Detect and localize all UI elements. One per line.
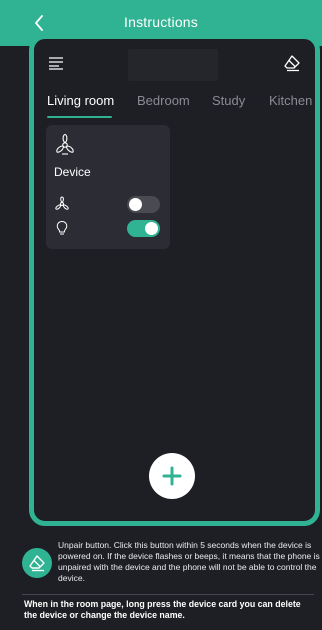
frame-toolbar — [34, 39, 315, 87]
tab-study[interactable]: Study — [212, 93, 245, 108]
tab-kitchen[interactable]: Kitchen — [269, 93, 312, 108]
bulb-icon — [56, 220, 68, 235]
tab-living-room[interactable]: Living room — [47, 93, 114, 108]
divider — [22, 594, 314, 595]
toggle-knob — [145, 222, 158, 235]
unpair-description: Unpair button. Click this button within … — [58, 540, 320, 583]
fan-icon — [55, 196, 69, 210]
plus-icon — [162, 466, 182, 486]
unpair-icon-badge — [22, 548, 52, 578]
eraser-icon — [29, 555, 45, 572]
menu-icon — [49, 57, 63, 70]
fan-icon — [56, 133, 74, 155]
long-press-tip: When in the room page, long press the de… — [24, 599, 301, 620]
room-tabs: Living room Bedroom Study Kitchen — [34, 87, 315, 121]
device-card[interactable]: Device — [46, 125, 170, 249]
fan-toggle[interactable] — [127, 196, 160, 213]
page-title: Instructions — [124, 14, 198, 30]
unpair-info: Unpair button. Click this button within … — [22, 540, 322, 584]
tab-bedroom[interactable]: Bedroom — [137, 93, 190, 108]
add-device-button[interactable] — [149, 453, 195, 499]
menu-button[interactable] — [48, 56, 64, 70]
toggle-knob — [129, 198, 142, 211]
phone-frame: Living room Bedroom Study Kitchen Device — [29, 34, 320, 526]
active-tab-indicator — [47, 116, 112, 118]
device-name: Device — [54, 165, 91, 179]
light-toggle[interactable] — [127, 220, 160, 237]
instructions-screen: Instructions Living room Bedroom Study K… — [0, 0, 322, 630]
frame-notch — [128, 49, 218, 81]
eraser-icon — [284, 55, 300, 72]
unpair-button[interactable] — [283, 54, 301, 72]
